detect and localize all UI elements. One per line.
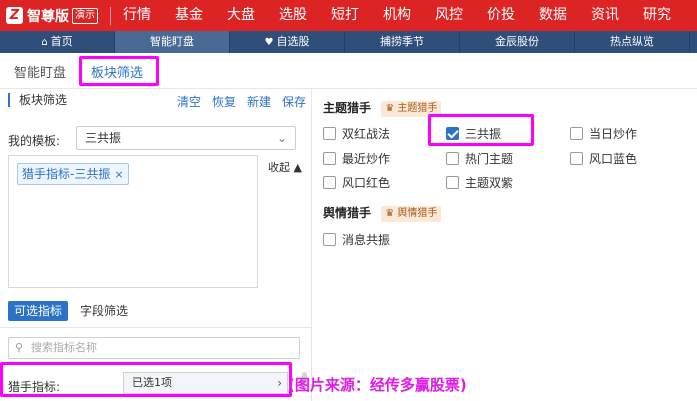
tab-label: 金辰股份	[495, 35, 539, 48]
option-theme-double-purple[interactable]: 主题双紫	[446, 174, 513, 191]
tab-label: 自选股	[276, 35, 310, 48]
badge-label: 舆情猎手	[397, 207, 438, 219]
tab-fishing-season[interactable]: 捕捞季节	[345, 31, 460, 53]
option-label: 消息共振	[342, 233, 391, 247]
menu-item-risk-control[interactable]: 风控	[423, 0, 475, 31]
highlight-box	[79, 56, 159, 86]
menu-item-quotes[interactable]: 行情	[111, 0, 163, 31]
tab-label: 首页	[50, 35, 73, 48]
option-news-resonance[interactable]: 消息共振	[323, 231, 390, 248]
demo-badge: 演示	[72, 7, 98, 24]
menu-item-research[interactable]: 研究	[631, 0, 683, 31]
panel-title: 板块筛选	[8, 93, 67, 107]
menu-item-stock-picking[interactable]: 选股	[267, 0, 319, 31]
menu-item-data[interactable]: 数据	[527, 0, 579, 31]
crown-icon: ♛	[385, 207, 395, 219]
option-label: 热门主题	[465, 152, 514, 166]
option-label: 风口蓝色	[589, 152, 638, 166]
highlight-box	[0, 362, 292, 397]
menu-item-news[interactable]: 资讯	[579, 0, 631, 31]
template-select[interactable]: 三共振 ⌄	[76, 126, 296, 150]
section-title-sentiment-hunter: 舆情猎手 ♛ 舆情猎手	[323, 204, 442, 222]
page-tab-bar: ⌂ 首页 智能盯盘 ♥ 自选股 捕捞季节 金辰股份 热点纵览	[0, 31, 697, 53]
clear-button[interactable]: 清空	[177, 93, 201, 110]
options-panel: 主题猎手 ♛ 主题猎手 双红战法 三共振 当日炒作 最近炒作 热门主题 风口蓝色…	[313, 89, 697, 401]
selected-tags-area: 猎手指标-三共振 ×	[8, 155, 258, 288]
checkbox[interactable]	[323, 176, 336, 189]
main-menu: 行情 基金 大盘 选股 短打 机构 风控 价投 数据 资讯 研究	[110, 0, 683, 31]
tab-available-indicators[interactable]: 可选指标	[8, 301, 69, 321]
option-hot-topics[interactable]: 热门主题	[446, 150, 513, 167]
section-title: 主题猎手	[323, 101, 372, 115]
tab-label: 智能盯盘	[150, 35, 194, 48]
checkbox[interactable]	[323, 152, 336, 165]
menu-item-value-investing[interactable]: 价投	[475, 0, 527, 31]
panel-actions: 清空 恢复 新建 保存	[177, 93, 306, 110]
logo-text: 智尊版	[27, 8, 69, 25]
restore-button[interactable]: 恢复	[212, 93, 236, 110]
template-label: 我的模板:	[8, 134, 61, 148]
search-icon: ⚲	[15, 341, 24, 354]
checkbox[interactable]	[323, 127, 336, 140]
tab-field-filter[interactable]: 字段筛选	[74, 301, 134, 321]
menu-item-short-term[interactable]: 短打	[319, 0, 371, 31]
indicator-tabs: 可选指标 字段筛选	[8, 301, 140, 321]
tab-home[interactable]: ⌂ 首页	[0, 31, 115, 53]
filter-panel: 板块筛选 清空 恢复 新建 保存 我的模板: 三共振 ⌄ 猎手指标-三共振 × 收…	[0, 89, 312, 401]
checkbox[interactable]	[446, 152, 459, 165]
option-double-red[interactable]: 双红战法	[323, 125, 390, 142]
sub-tab-bar: 智能盯盘 板块筛选	[0, 53, 697, 89]
tab-smart-watch[interactable]: 智能盯盘	[115, 31, 230, 53]
option-label: 主题双紫	[465, 176, 514, 190]
badge-label: 主题猎手	[397, 102, 438, 114]
section-title: 舆情猎手	[323, 206, 372, 220]
selected-tag[interactable]: 猎手指标-三共振 ×	[17, 163, 129, 185]
checkbox[interactable]	[323, 233, 336, 246]
sentiment-hunter-badge: ♛ 舆情猎手	[381, 205, 442, 222]
triangle-up-icon: ▲	[293, 161, 302, 174]
checkbox[interactable]	[446, 176, 459, 189]
logo-icon: Z	[6, 7, 23, 24]
highlight-box	[428, 114, 534, 146]
divider	[0, 327, 312, 328]
collapse-button[interactable]: 收起 ▲	[268, 159, 302, 175]
chevron-down-icon: ⌄	[276, 131, 287, 145]
tab-hotspot-overview[interactable]: 热点纵览	[575, 31, 690, 53]
tab-label: 热点纵览	[610, 35, 654, 48]
collapse-label: 收起	[268, 161, 290, 174]
option-label: 双红战法	[342, 127, 391, 141]
home-icon: ⌂	[41, 37, 48, 48]
option-trend-blue[interactable]: 风口蓝色	[570, 150, 637, 167]
option-label: 风口红色	[342, 176, 391, 190]
tab-watchlist[interactable]: ♥ 自选股	[230, 31, 345, 53]
menu-item-institutions[interactable]: 机构	[371, 0, 423, 31]
top-menu-bar: Z 智尊版 演示 行情 基金 大盘 选股 短打 机构 风控 价投 数据 资讯 研…	[0, 0, 697, 31]
crown-icon: ♛	[385, 102, 395, 114]
menu-item-funds[interactable]: 基金	[163, 0, 215, 31]
search-placeholder: 搜索指标名称	[31, 341, 97, 354]
heart-icon: ♥	[264, 37, 274, 48]
close-icon[interactable]: ×	[114, 168, 123, 181]
checkbox[interactable]	[570, 152, 583, 165]
option-label: 当日炒作	[589, 127, 638, 141]
template-value: 三共振	[85, 131, 122, 145]
tab-jinchen-stock[interactable]: 金辰股份	[460, 31, 575, 53]
panel-header: 板块筛选 清空 恢复 新建 保存	[0, 89, 312, 113]
new-button[interactable]: 新建	[247, 93, 271, 110]
section-title-theme-hunter: 主题猎手 ♛ 主题猎手	[323, 99, 442, 117]
option-trend-red[interactable]: 风口红色	[323, 174, 390, 191]
tag-label: 猎手指标-三共振	[22, 167, 111, 181]
option-same-day-hype[interactable]: 当日炒作	[570, 125, 637, 142]
option-recent-hype[interactable]: 最近炒作	[323, 150, 390, 167]
option-label: 最近炒作	[342, 152, 391, 166]
subtab-smart-watch[interactable]: 智能盯盘	[14, 62, 66, 81]
indicator-search-input[interactable]: ⚲ 搜索指标名称	[8, 337, 300, 359]
app-logo: Z 智尊版 演示	[0, 6, 110, 26]
menu-item-market[interactable]: 大盘	[215, 0, 267, 31]
tab-label: 捕捞季节	[380, 35, 424, 48]
save-button[interactable]: 保存	[282, 93, 306, 110]
checkbox[interactable]	[570, 127, 583, 140]
